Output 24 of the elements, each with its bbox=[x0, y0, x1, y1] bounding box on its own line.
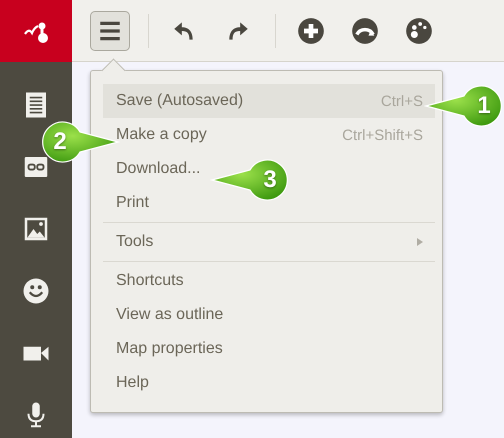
menu-item-label: Help bbox=[116, 374, 149, 392]
menu-item[interactable]: Help bbox=[103, 366, 153, 400]
menu-item[interactable]: View as outline bbox=[103, 298, 228, 332]
callout-marker: 3 bbox=[210, 158, 290, 202]
shortcut-label: Ctrl+S bbox=[380, 92, 423, 110]
menu-item[interactable]: Print bbox=[103, 186, 153, 220]
menu-item-label: View as outline bbox=[116, 306, 224, 324]
menu-item-label: Map properties bbox=[116, 340, 223, 358]
gauge-icon bbox=[351, 16, 379, 44]
palette-icon bbox=[405, 16, 433, 44]
menu-item-label: Save (Autosaved) bbox=[116, 92, 244, 110]
shortcut-label: Ctrl+Shift+S bbox=[342, 126, 423, 144]
add-icon bbox=[297, 16, 325, 44]
callout-marker: 1 bbox=[424, 84, 504, 128]
menu-item[interactable]: Map properties bbox=[103, 332, 227, 366]
menu-item-label: Print bbox=[116, 194, 149, 212]
submenu-arrow-icon bbox=[417, 238, 423, 246]
smiley-icon bbox=[21, 276, 51, 306]
menu-button[interactable] bbox=[90, 10, 130, 50]
menu-item[interactable]: Save (Autosaved) Ctrl+S bbox=[103, 84, 435, 118]
menu-item-label: Tools bbox=[116, 233, 154, 251]
menu-item[interactable]: Tools bbox=[103, 225, 435, 259]
menu-item[interactable]: Shortcuts bbox=[103, 264, 188, 298]
menu-item-label: Shortcuts bbox=[116, 272, 184, 290]
